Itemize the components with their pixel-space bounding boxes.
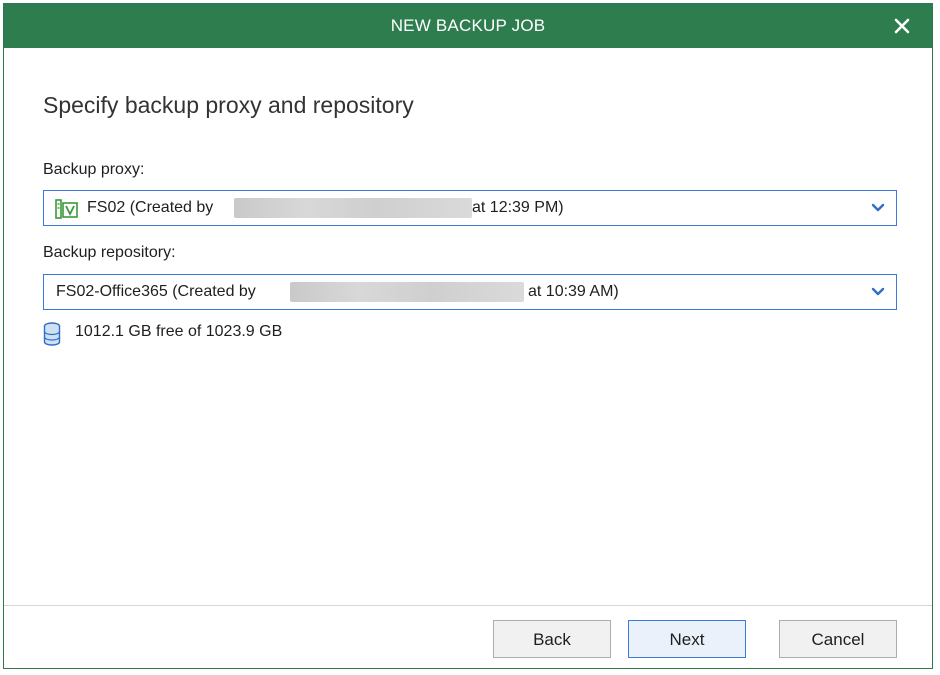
chevron-down-icon [871, 287, 885, 296]
database-icon [43, 322, 61, 346]
back-button[interactable]: Back [493, 620, 611, 658]
backup-repository-label: Backup repository: [43, 244, 176, 261]
next-button[interactable]: Next [628, 620, 746, 658]
close-icon [894, 18, 910, 34]
backup-repository-select[interactable]: FS02-Office365 (Created by at 10:39 AM) [43, 274, 897, 310]
title-bar: NEW BACKUP JOB [4, 4, 932, 48]
repository-value-suffix: at 10:39 AM) [528, 283, 619, 300]
cancel-button[interactable]: Cancel [779, 620, 897, 658]
server-proxy-icon [55, 199, 78, 219]
new-backup-job-dialog: NEW BACKUP JOB Specify backup proxy and … [3, 3, 933, 669]
proxy-value-prefix: FS02 (Created by [87, 199, 214, 216]
close-button[interactable] [888, 12, 916, 40]
page-heading: Specify backup proxy and repository [43, 92, 414, 118]
chevron-down-icon [871, 203, 885, 212]
repository-value-prefix: FS02-Office365 (Created by [56, 283, 256, 300]
proxy-value-suffix: at 12:39 PM) [472, 199, 564, 216]
redacted-user [234, 198, 472, 218]
footer-divider [4, 605, 932, 606]
dialog-title: NEW BACKUP JOB [390, 16, 546, 35]
backup-proxy-label: Backup proxy: [43, 161, 145, 178]
backup-proxy-select[interactable]: FS02 (Created by at 12:39 PM) [43, 190, 897, 226]
storage-free-text: 1012.1 GB free of 1023.9 GB [75, 323, 283, 340]
redacted-user [290, 282, 524, 302]
